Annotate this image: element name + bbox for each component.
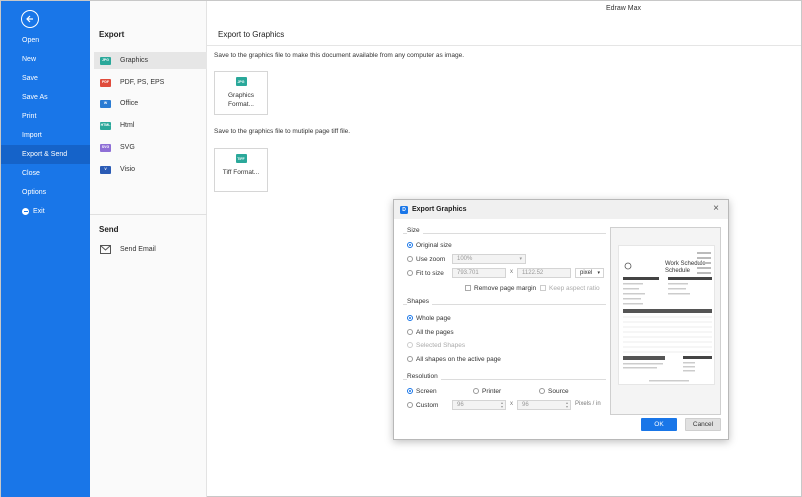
divider [207,45,801,46]
selected-shapes-radio[interactable]: Selected Shapes [407,340,465,350]
sidebar-item-print[interactable]: Print [1,107,90,126]
export-category-panel: Export JPG Graphics PDF PDF, PS, EPS W O… [90,1,207,497]
chevron-down-icon: ▾ [597,270,600,276]
original-size-radio[interactable]: Original size [407,240,452,250]
zoom-select[interactable]: 100% ▾ [452,254,526,264]
jpg-file-icon: JPG [100,56,111,65]
stepper-arrows-icon: ▴ ▾ [500,400,503,409]
back-button[interactable] [21,10,39,28]
sidebar-item-options[interactable]: Options [1,183,90,202]
whole-page-radio[interactable]: Whole page [407,313,451,323]
remove-margin-checkbox[interactable]: Remove page margin [465,283,536,293]
arrow-left-icon [26,15,33,23]
width-field[interactable]: 793.701 [452,268,506,278]
screen-radio[interactable]: Screen [407,386,437,396]
shapes-group [403,304,606,305]
dpi-x-stepper[interactable]: 96 ▴ ▾ [452,400,506,410]
export-item-office[interactable]: W Office [94,95,207,112]
send-email-item[interactable]: Send Email [94,241,207,258]
unit-select[interactable]: pixel ▾ [575,268,604,278]
email-icon [100,245,111,254]
dialog-titlebar[interactable]: D Export Graphics × [394,200,728,219]
visio-file-icon: V [100,165,111,174]
page-title: Export to Graphics [218,30,285,39]
export-item-svg[interactable]: SVG SVG [94,139,207,156]
word-file-icon: W [100,99,111,108]
sidebar-item-export-send[interactable]: Export & Send [1,145,90,164]
export-item-html[interactable]: HTML Html [94,117,207,134]
graphics-description: Save to the graphics file to make this d… [214,52,465,59]
printer-radio[interactable]: Printer [473,386,501,396]
custom-radio[interactable]: Custom [407,400,438,410]
divider [90,214,207,215]
dialog-title: Export Graphics [412,206,467,213]
pdf-file-icon: PDF [100,78,111,87]
export-heading: Export [99,30,125,39]
size-label: Size [407,227,423,234]
svg-text:Schedule: Schedule [665,268,691,274]
keep-aspect-checkbox[interactable]: Keep aspect ratio [540,283,600,293]
export-item-graphics[interactable]: JPG Graphics [94,52,207,69]
sidebar-item-save-as[interactable]: Save As [1,88,90,107]
resolution-unit: Pixels / in [575,401,601,407]
use-zoom-radio[interactable]: Use zoom [407,254,445,264]
source-radio[interactable]: Source [539,386,569,396]
html-file-icon: HTML [100,121,111,130]
sidebar-item-close[interactable]: Close [1,164,90,183]
graphics-format-card[interactable]: JPG Graphics Format... [214,71,268,115]
resolution-separator: x [510,401,513,407]
svg-file-icon: SVG [100,143,111,152]
sidebar-item-save[interactable]: Save [1,69,90,88]
size-group [403,233,606,234]
exit-icon [22,208,29,215]
close-icon[interactable]: × [713,204,719,214]
jpg-file-icon: JPG [235,77,247,86]
app-window: Edraw Max Open New Save Save As Print Im… [0,0,802,497]
file-menu-sidebar: Open New Save Save As Print Import Expor… [1,1,90,497]
preview-thumbnail: Work Schedule Schedule [623,252,712,382]
size-separator: x [510,269,513,275]
export-item-visio[interactable]: V Visio [94,161,207,178]
sidebar-item-exit[interactable]: Exit [1,202,90,221]
export-item-pdf[interactable]: PDF PDF, PS, EPS [94,74,207,91]
sidebar-item-new[interactable]: New [1,50,90,69]
send-heading: Send [99,225,119,234]
stepper-arrows-icon: ▴ ▾ [565,400,568,409]
resolution-label: Resolution [407,373,441,380]
chevron-down-icon: ▾ [519,256,522,262]
active-page-shapes-radio[interactable]: All shapes on the active page [407,354,501,364]
fit-to-size-radio[interactable]: Fit to size [407,268,444,278]
tiff-format-card[interactable]: TIFF Tiff Format... [214,148,268,192]
all-pages-radio[interactable]: All the pages [407,327,454,337]
preview-page: Work Schedule Schedule [618,245,715,385]
ok-button[interactable]: OK [641,418,677,431]
shapes-label: Shapes [407,298,433,305]
height-field[interactable]: 1122.52 [517,268,571,278]
dpi-y-stepper[interactable]: 96 ▴ ▾ [517,400,571,410]
tiff-file-icon: TIFF [235,154,247,163]
cancel-button[interactable]: Cancel [685,418,721,431]
sidebar-item-import[interactable]: Import [1,126,90,145]
tiff-description: Save to the graphics file to mutiple pag… [214,128,351,135]
edraw-logo-icon: D [400,205,408,214]
sidebar-item-open[interactable]: Open [1,31,90,50]
